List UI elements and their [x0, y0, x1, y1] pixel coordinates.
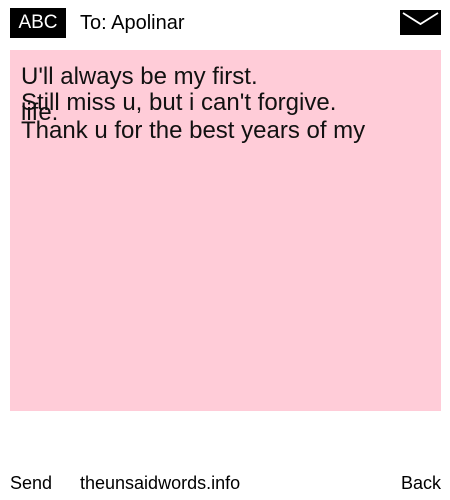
message-line-2: Still miss u, but i can't forgive. — [21, 89, 337, 116]
site-name: theunsaidwords.info — [80, 473, 241, 493]
input-mode-badge[interactable]: ABC — [10, 8, 66, 38]
send-button[interactable]: Send — [10, 472, 52, 494]
recipient-line: To: Apolinar — [80, 12, 185, 34]
back-button[interactable]: Back — [401, 472, 441, 494]
message-card[interactable]: U'll always be my first. Still miss u, b… — [10, 50, 441, 411]
message-line-1: U'll always be my first. — [21, 63, 258, 90]
envelope-icon[interactable] — [400, 10, 441, 35]
message-line-4: Thank u for the best years of my — [21, 117, 366, 144]
